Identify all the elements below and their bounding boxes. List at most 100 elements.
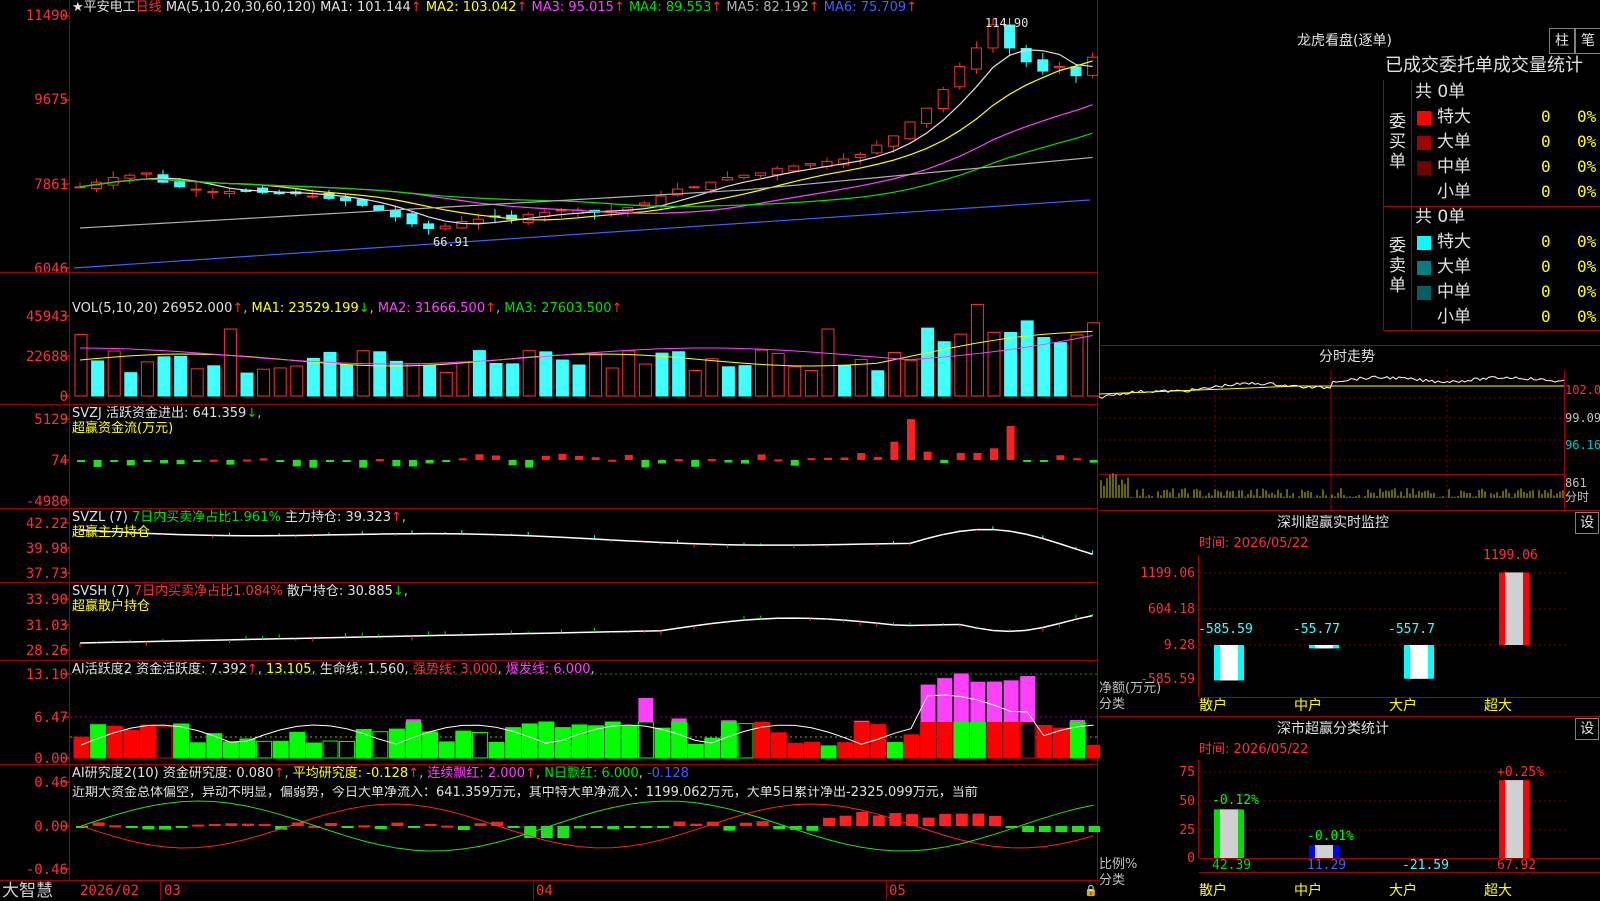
ai2-bar: [690, 824, 702, 826]
ai2-bar: [1072, 826, 1084, 832]
candle: [756, 173, 766, 175]
high-mark: 114.90: [985, 16, 1028, 30]
svzl-line: [80, 530, 1093, 555]
ai1-bar-top: [672, 718, 687, 722]
sz-category: 中户: [1294, 699, 1322, 713]
svzj-bar: [608, 460, 616, 462]
ai1-bar: [140, 725, 155, 758]
lock-icon[interactable]: 🔒: [1084, 884, 1098, 898]
svzj-bar: [226, 460, 234, 465]
ma-value-2: MA2: 103.042: [422, 0, 517, 15]
ai1-bar-top: [1020, 676, 1035, 722]
svzj-bar: [376, 459, 384, 461]
ai2-v2: 平均研究度: -0.128: [293, 766, 408, 781]
volume-bar: [1005, 333, 1017, 396]
svzj-bar: [774, 459, 782, 461]
svzj-bar: [1073, 458, 1081, 460]
svsh-arrow: ↓: [393, 584, 404, 599]
volume-bars: [75, 304, 1100, 396]
ai2-bar: [674, 822, 686, 826]
candle: [689, 187, 699, 188]
sell-row-swatch: [1417, 261, 1431, 275]
ai1-bar: [489, 743, 504, 758]
vol-ma2-arrow: ↑: [485, 301, 496, 316]
svzj-bar: [691, 460, 699, 467]
sz-bar-inner: [1410, 645, 1428, 679]
ai1-bar: [970, 722, 985, 758]
ma20-line: [80, 105, 1093, 214]
bi-button[interactable]: 笔: [1575, 28, 1600, 54]
zhu-button[interactable]: 柱: [1549, 28, 1575, 54]
buy-row-swatch: [1417, 111, 1431, 125]
ai2-bar: [923, 818, 935, 826]
ai1-bar: [522, 724, 537, 758]
fs-y-label: 99.09: [1565, 411, 1600, 425]
sell-row-pct: 0%: [1577, 257, 1596, 277]
vol-ma2: MA2: 31666.500: [378, 301, 485, 316]
ai2-bar: [557, 826, 569, 838]
svzj-bar: [940, 460, 948, 463]
ma-arrow: ↑: [906, 0, 917, 15]
svzj-bar: [193, 460, 201, 462]
ai1-bar: [788, 743, 803, 758]
sz-bar-inner: [1505, 572, 1523, 645]
cls-unit: 比例%: [1099, 858, 1137, 872]
cls-settings-button[interactable]: 设: [1575, 718, 1599, 740]
svzj-bar: [309, 460, 317, 468]
ai1-bar: [572, 725, 587, 758]
sz-value: 1199.06: [1483, 549, 1538, 563]
volume-bar: [407, 364, 419, 396]
buy-row-value: 0: [1541, 182, 1551, 202]
svzj-bar: [874, 457, 882, 460]
candle: [390, 211, 400, 217]
svzj-bar: [741, 460, 749, 464]
ai2-bar: [806, 826, 818, 831]
cls-bar-inner: [1220, 809, 1238, 858]
ai2-bar: [474, 823, 486, 826]
candle: [1054, 66, 1064, 67]
volume-bar: [324, 352, 336, 396]
svzj-bar: [791, 460, 799, 466]
period-label[interactable]: 日线: [136, 0, 162, 15]
sz-cat-label: 分类: [1099, 698, 1125, 712]
favorite-star-icon[interactable]: ★: [72, 0, 84, 15]
ai2-bar: [159, 826, 171, 830]
candle: [341, 198, 351, 201]
ai2-bar: [142, 826, 154, 829]
ai1-bar: [257, 741, 272, 758]
sz-settings-button[interactable]: 设: [1575, 512, 1599, 534]
ai2-bar: [723, 826, 735, 831]
ai1-v1: 资金活跃度: 7.392: [136, 662, 247, 677]
svzj-bar: [1090, 460, 1098, 463]
svzj-bar: [260, 458, 268, 460]
chart-canvas[interactable]: [0, 0, 1100, 900]
ai1-bar: [223, 742, 238, 758]
sz-value: -585.59: [1198, 623, 1253, 637]
ma30-line: [80, 133, 1093, 206]
ai2-bar: [109, 825, 121, 827]
ai2-bar: [840, 816, 852, 826]
sz-category: 大户: [1389, 699, 1417, 713]
volume-bar: [839, 365, 851, 396]
ai1-bar: [721, 722, 736, 758]
ai1-bar-top: [406, 719, 421, 722]
ai1-bar: [157, 727, 172, 758]
ma-value-3: MA3: 95.015: [527, 0, 614, 15]
svsh-subtitle: 超赢散户持仓: [72, 600, 150, 614]
svzj-bar: [641, 460, 649, 467]
stock-name[interactable]: 平安电工: [84, 0, 136, 15]
ai1-bar: [456, 731, 471, 758]
ai2-v4: N日飘红: 6.000: [544, 766, 638, 781]
svzj-bar: [841, 458, 849, 460]
ai1-bar: [655, 728, 670, 758]
volume-bar: [689, 371, 701, 396]
ai1-bar: [804, 742, 819, 758]
ai1-bar: [340, 741, 355, 758]
sz-y-label: 9.28: [1164, 638, 1195, 653]
buy-row-pct: 0%: [1577, 182, 1596, 202]
intraday-chart[interactable]: [1099, 370, 1600, 510]
candle: [955, 66, 965, 86]
ai1-bar: [91, 725, 106, 758]
candle: [224, 191, 234, 193]
ai2-bar: [225, 823, 237, 826]
